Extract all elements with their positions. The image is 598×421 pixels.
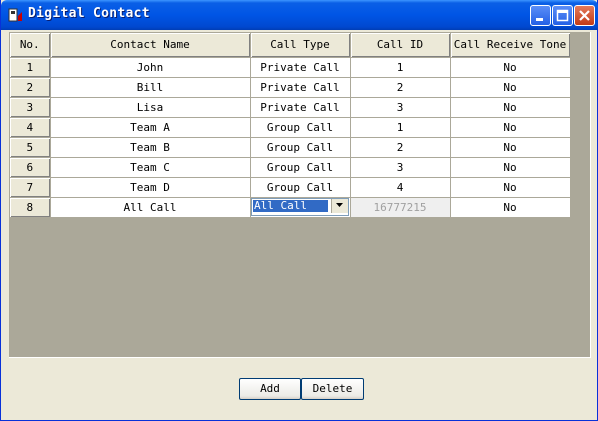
- header-call-receive-tone[interactable]: Call Receive Tone: [450, 33, 571, 58]
- close-icon: [579, 10, 590, 21]
- receive-tone-cell[interactable]: No: [450, 197, 571, 218]
- add-button[interactable]: Add: [239, 378, 301, 400]
- row-number[interactable]: 2: [10, 77, 51, 98]
- row-number[interactable]: 7: [10, 177, 51, 198]
- window-title: Digital Contact: [28, 6, 150, 21]
- dropdown-arrow-button[interactable]: [331, 199, 348, 213]
- call-id-cell[interactable]: 2: [350, 137, 451, 158]
- table-row-editing[interactable]: 8 All Call All Call 16777215 No: [10, 197, 571, 218]
- maximize-icon: [556, 9, 569, 22]
- table-row[interactable]: 5 Team B Group Call 2 No: [10, 137, 571, 158]
- contact-name-cell[interactable]: Team B: [50, 137, 251, 158]
- receive-tone-cell[interactable]: No: [450, 137, 571, 158]
- row-number[interactable]: 3: [10, 97, 51, 118]
- chevron-down-icon: [336, 203, 343, 207]
- maximize-button[interactable]: [552, 5, 573, 26]
- call-type-dropdown[interactable]: All Call: [251, 198, 349, 216]
- contact-name-cell[interactable]: Lisa: [50, 97, 251, 118]
- contacts-table: No. Contact Name Call Type Call ID Call …: [10, 33, 571, 218]
- contact-name-cell[interactable]: John: [50, 57, 251, 78]
- call-type-dropdown-value: All Call: [253, 200, 328, 212]
- row-number[interactable]: 1: [10, 57, 51, 78]
- title-bar[interactable]: Digital Contact: [1, 0, 598, 30]
- table-header-row: No. Contact Name Call Type Call ID Call …: [10, 33, 571, 58]
- contact-name-cell[interactable]: Bill: [50, 77, 251, 98]
- app-icon: [8, 7, 24, 23]
- contact-name-cell[interactable]: Team D: [50, 177, 251, 198]
- contact-name-cell[interactable]: Team A: [50, 117, 251, 138]
- call-id-cell[interactable]: 2: [350, 77, 451, 98]
- call-type-cell[interactable]: Group Call: [250, 157, 351, 178]
- header-no[interactable]: No.: [10, 33, 51, 58]
- receive-tone-cell[interactable]: No: [450, 117, 571, 138]
- table-row[interactable]: 4 Team A Group Call 1 No: [10, 117, 571, 138]
- contact-name-cell[interactable]: Team C: [50, 157, 251, 178]
- call-id-cell[interactable]: 4: [350, 177, 451, 198]
- call-type-cell[interactable]: All Call: [250, 197, 351, 218]
- receive-tone-cell[interactable]: No: [450, 177, 571, 198]
- receive-tone-cell[interactable]: No: [450, 57, 571, 78]
- receive-tone-cell[interactable]: No: [450, 157, 571, 178]
- delete-button[interactable]: Delete: [301, 378, 364, 400]
- call-id-cell: 16777215: [350, 197, 451, 218]
- digital-contact-window: Digital Contact No. Contact Name Call Ty…: [0, 0, 598, 421]
- table-row[interactable]: 3 Lisa Private Call 3 No: [10, 97, 571, 118]
- header-contact-name[interactable]: Contact Name: [50, 33, 251, 58]
- call-type-cell[interactable]: Group Call: [250, 137, 351, 158]
- receive-tone-cell[interactable]: No: [450, 97, 571, 118]
- close-button[interactable]: [574, 5, 595, 26]
- call-type-cell[interactable]: Private Call: [250, 57, 351, 78]
- receive-tone-cell[interactable]: No: [450, 77, 571, 98]
- call-type-cell[interactable]: Private Call: [250, 97, 351, 118]
- call-id-cell[interactable]: 1: [350, 57, 451, 78]
- minimize-icon: [536, 18, 543, 21]
- call-type-cell[interactable]: Group Call: [250, 177, 351, 198]
- table-row[interactable]: 7 Team D Group Call 4 No: [10, 177, 571, 198]
- table-row[interactable]: 6 Team C Group Call 3 No: [10, 157, 571, 178]
- table-row[interactable]: 1 John Private Call 1 No: [10, 57, 571, 78]
- row-number[interactable]: 4: [10, 117, 51, 138]
- row-number[interactable]: 6: [10, 157, 51, 178]
- call-id-cell[interactable]: 3: [350, 157, 451, 178]
- contacts-grid: No. Contact Name Call Type Call ID Call …: [9, 32, 591, 358]
- row-number[interactable]: 5: [10, 137, 51, 158]
- header-call-id[interactable]: Call ID: [350, 33, 451, 58]
- call-type-cell[interactable]: Group Call: [250, 117, 351, 138]
- minimize-button[interactable]: [530, 5, 551, 26]
- call-id-cell[interactable]: 1: [350, 117, 451, 138]
- table-row[interactable]: 2 Bill Private Call 2 No: [10, 77, 571, 98]
- row-number[interactable]: 8: [10, 197, 51, 218]
- call-type-cell[interactable]: Private Call: [250, 77, 351, 98]
- call-id-cell[interactable]: 3: [350, 97, 451, 118]
- contact-name-cell[interactable]: All Call: [50, 197, 251, 218]
- header-call-type[interactable]: Call Type: [250, 33, 351, 58]
